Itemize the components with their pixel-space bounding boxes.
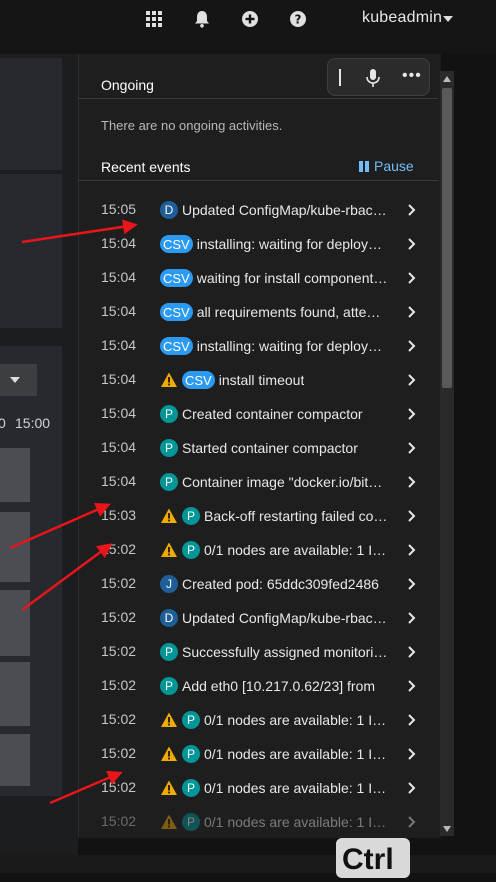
annotation-arrow: [9, 502, 111, 550]
annotation-arrow: [21, 219, 138, 244]
annotation-arrows: [9, 219, 138, 805]
annotation-arrow: [21, 543, 113, 612]
annotation-arrow: [49, 770, 123, 805]
